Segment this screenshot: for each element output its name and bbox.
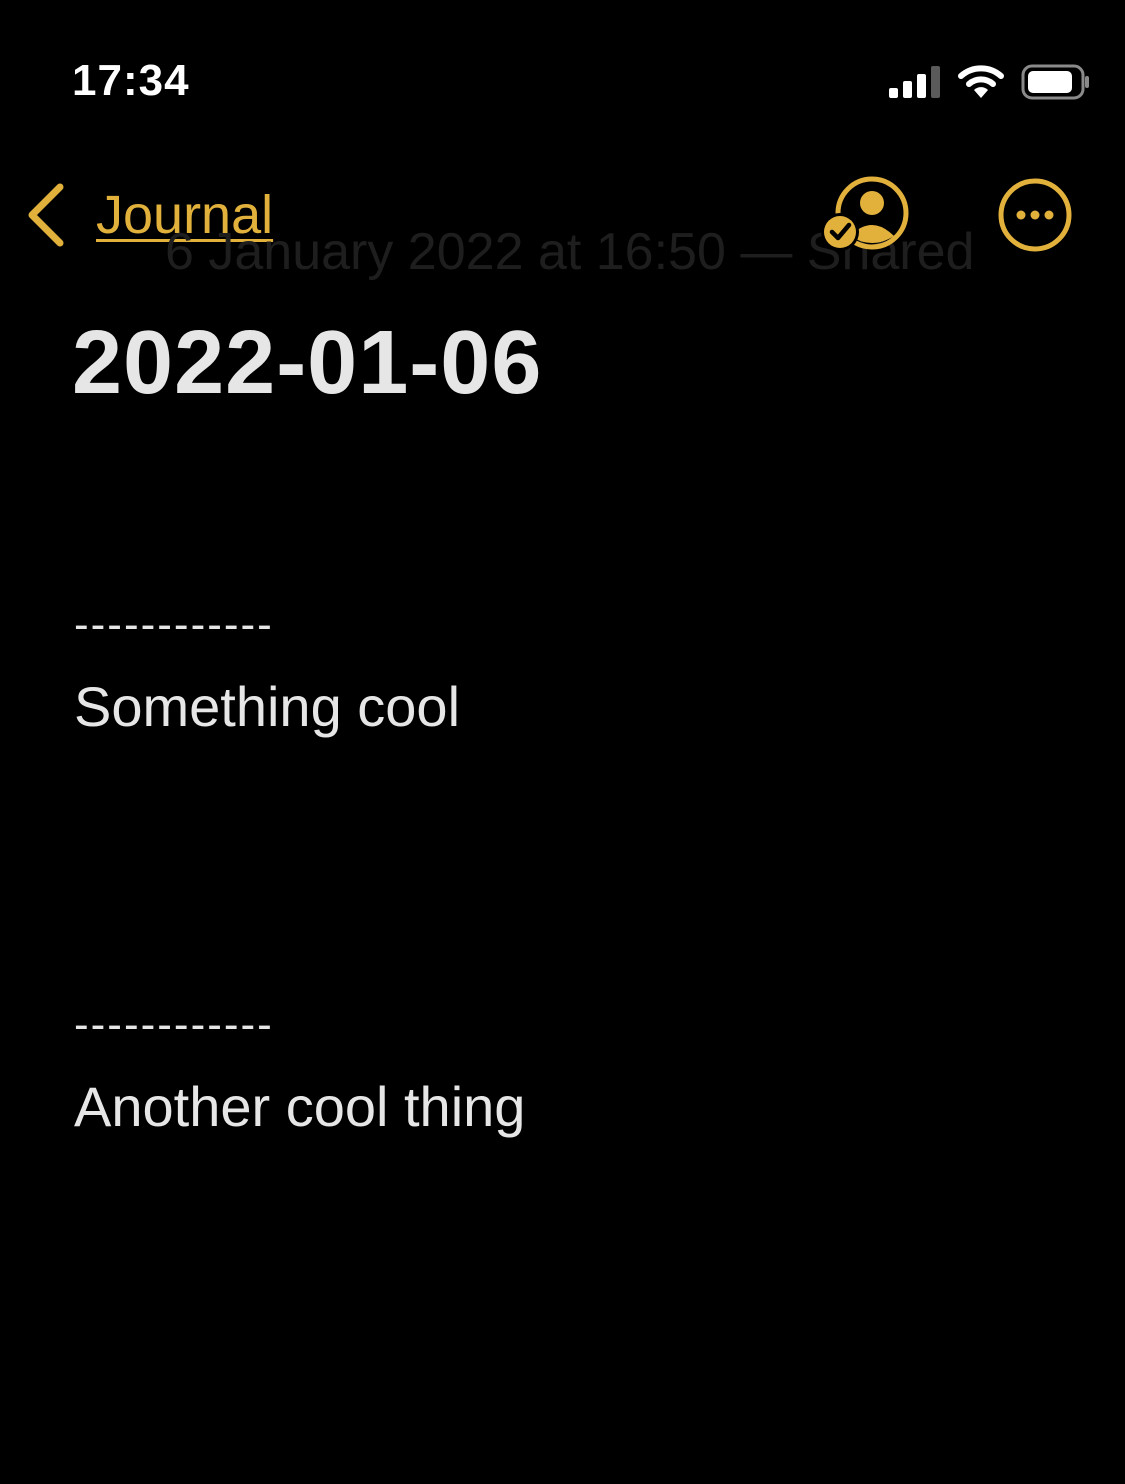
person-checkmark-icon: [821, 176, 909, 251]
cellular-signal-icon: [889, 66, 940, 98]
chevron-left-icon: [28, 183, 64, 247]
divider-line[interactable]: ------------: [74, 1000, 274, 1050]
note-title[interactable]: 2022-01-06: [72, 312, 542, 415]
collaboration-button[interactable]: [820, 176, 914, 254]
wifi-icon: [958, 65, 1004, 98]
ellipsis-circle-icon: [998, 178, 1072, 252]
status-icons: [889, 62, 1091, 102]
status-time: 17:34: [72, 56, 190, 105]
status-bar: 17:34: [0, 0, 1125, 150]
divider-line[interactable]: ------------: [74, 600, 274, 650]
note-line[interactable]: Another cool thing: [74, 1074, 525, 1139]
more-button[interactable]: [996, 176, 1074, 254]
battery-icon: [1021, 64, 1089, 100]
note-line[interactable]: Something cool: [74, 674, 460, 739]
